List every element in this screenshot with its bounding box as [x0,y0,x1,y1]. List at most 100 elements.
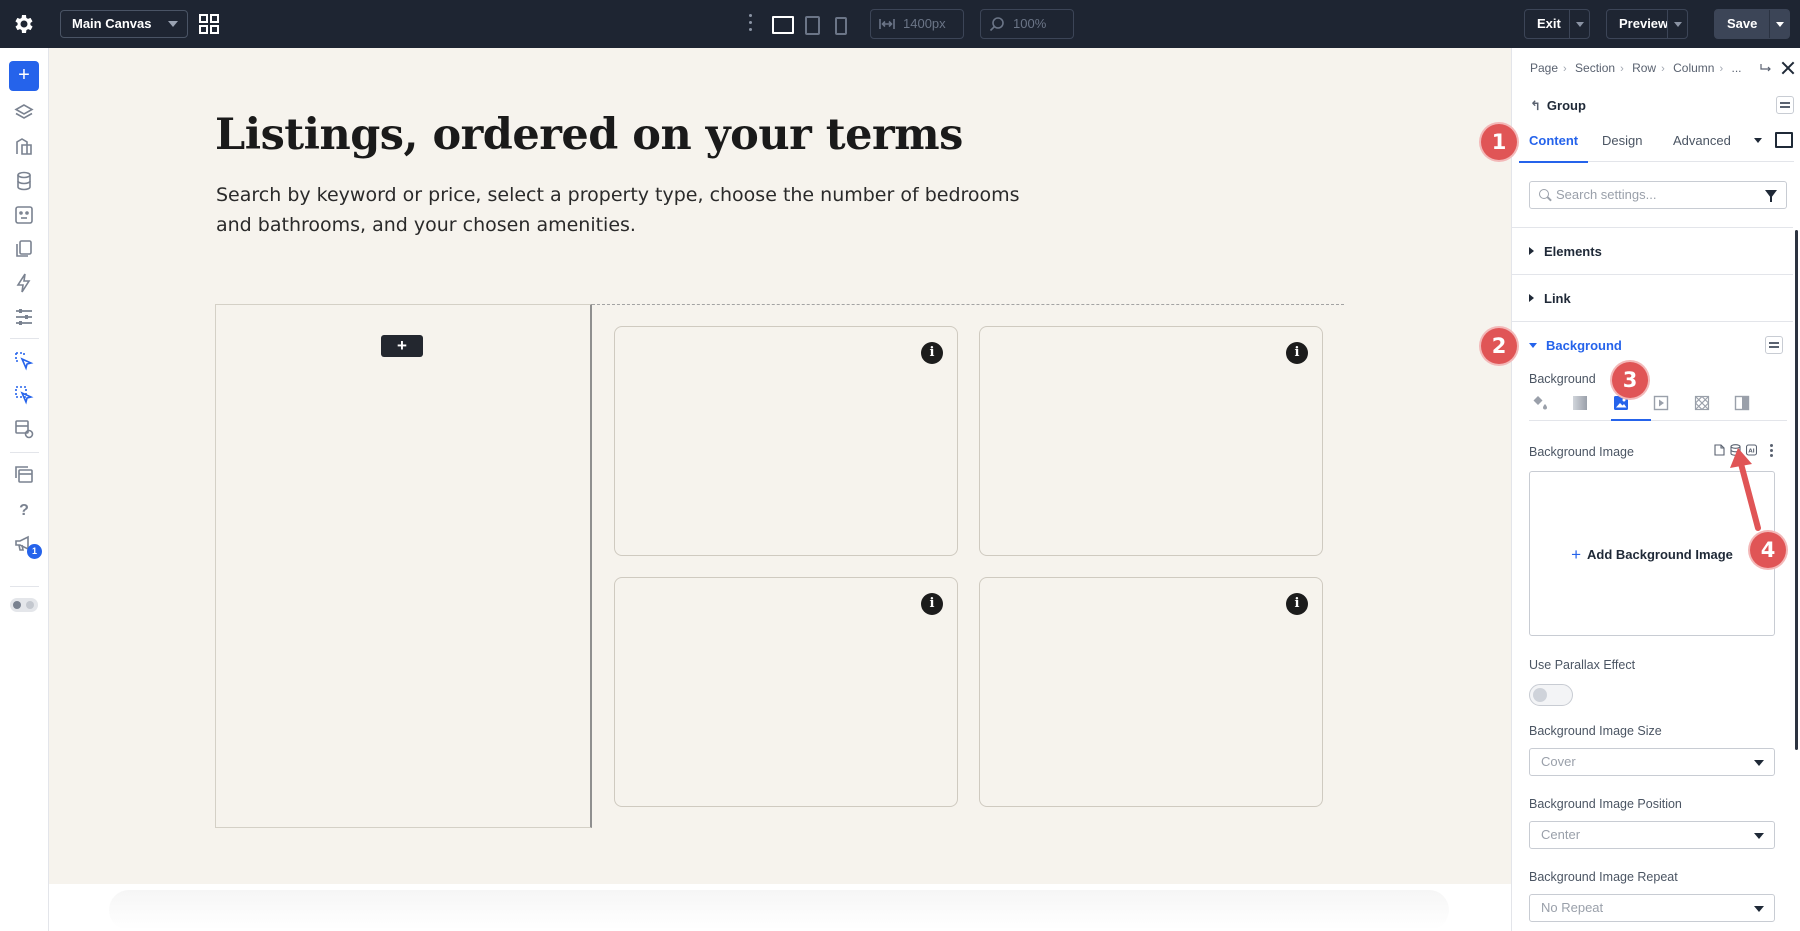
mode-toggle-switch[interactable] [10,598,38,612]
background-options-icon[interactable] [1765,336,1783,354]
parallax-toggle[interactable] [1529,684,1573,706]
elements-accordion[interactable]: Elements [1529,244,1602,259]
rail-divider [10,338,39,339]
module-name-label: Group [1546,98,1586,113]
breadcrumb-section[interactable]: Section [1575,61,1615,75]
layers-icon[interactable] [13,102,35,124]
pages-icon[interactable] [13,238,35,260]
add-background-image-button[interactable]: + Add Background Image [1530,545,1774,565]
zoom-search-icon [989,17,1004,32]
link-accordion-label: Link [1544,291,1571,306]
portability-icon[interactable] [13,204,35,226]
save-options-chevron-icon[interactable] [1769,10,1789,38]
theme-builder-icon[interactable] [13,136,35,158]
close-icon[interactable] [1781,61,1795,75]
background-type-label: Background [1529,372,1596,386]
preview-button[interactable]: Preview [1606,9,1688,39]
tab-content[interactable]: Content [1518,126,1589,163]
help-icon[interactable]: ? [13,500,35,522]
window-stack-icon[interactable] [13,464,35,486]
image-repeat-select[interactable]: No Repeat [1529,894,1775,922]
rail-divider [10,452,39,453]
parallax-label: Use Parallax Effect [1529,658,1636,672]
settings-gear-icon[interactable] [12,12,36,36]
add-element-button[interactable]: + [9,61,39,91]
caret-down-icon [1529,343,1537,348]
save-label: Save [1727,16,1758,31]
panel-scrollbar[interactable] [1795,230,1798,750]
tab-advanced[interactable]: Advanced [1673,126,1731,162]
listing-card[interactable]: i [614,577,958,807]
settings-search-input[interactable]: Search settings... [1529,181,1787,209]
exit-button[interactable]: Exit [1524,9,1590,39]
info-icon[interactable]: i [1286,342,1308,364]
canvas-width-input[interactable]: 1400px [870,9,964,39]
left-toolbar: + ? 1 [0,48,49,931]
preview-label: Preview [1619,16,1669,31]
module-name: ↰ Group [1530,98,1586,114]
active-tab-indicator [1611,419,1651,421]
phone-view-icon[interactable] [832,14,848,35]
add-background-image-label: Add Background Image [1587,547,1733,562]
caret-right-icon [1529,247,1534,255]
more-options-icon[interactable] [1770,444,1773,457]
main-canvas: Listings, ordered on your terms Search b… [49,48,1511,931]
mask-icon[interactable] [1734,395,1750,411]
zoom-value: 100% [1013,16,1047,31]
top-toolbar: Main Canvas 1400px 100% Exit Preview Sav… [0,0,1800,48]
preview-options-chevron-icon[interactable] [1667,10,1687,38]
list-settings-icon[interactable] [13,306,35,328]
info-icon[interactable]: i [921,342,943,364]
video-icon[interactable] [1653,395,1669,411]
link-accordion[interactable]: Link [1529,291,1571,306]
pattern-icon[interactable] [1694,395,1710,411]
lightning-icon[interactable] [13,272,35,294]
next-section-shadow [109,890,1449,930]
page-description: Search by keyword or price, select a pro… [216,184,1020,236]
info-icon[interactable]: i [921,593,943,615]
image-size-select[interactable]: Cover [1529,748,1775,776]
background-accordion[interactable]: Background [1529,338,1622,353]
panel-mode-icon[interactable] [1775,132,1793,148]
exit-options-chevron-icon[interactable] [1569,10,1589,38]
arrow-return-icon[interactable] [1759,61,1773,75]
more-tabs-chevron-icon[interactable] [1754,138,1762,143]
listing-card[interactable]: i [979,326,1323,556]
add-module-button[interactable]: + [381,335,423,357]
more-vertical-icon[interactable] [747,14,753,34]
canvas-width-value: 1400px [903,16,946,31]
breadcrumb-column[interactable]: Column [1673,61,1714,75]
width-arrows-icon [879,19,895,29]
color-fill-icon[interactable] [1532,395,1548,411]
listing-card[interactable]: i [614,326,958,556]
tablet-view-icon[interactable] [803,14,820,35]
listing-card[interactable]: i [979,577,1323,807]
breadcrumb-page[interactable]: Page [1530,61,1558,75]
tab-design[interactable]: Design [1602,126,1642,162]
plus-icon: + [1571,545,1581,564]
listings-section[interactable]: Listings, ordered on your terms Search b… [49,48,1511,884]
save-button[interactable]: Save [1714,9,1790,39]
panel-options-icon[interactable] [1776,96,1794,114]
gradient-icon[interactable] [1572,395,1588,411]
info-icon[interactable]: i [1286,593,1308,615]
zoom-input[interactable]: 100% [980,9,1074,39]
annotation-marker: 3 [1612,362,1648,398]
breadcrumb-more[interactable]: ... [1732,61,1742,75]
results-column-outline [592,304,1344,305]
breadcrumb-row[interactable]: Row [1632,61,1656,75]
settings-search-placeholder: Search settings... [1556,187,1657,202]
grid-layout-icon[interactable] [198,13,220,35]
multi-select-icon[interactable] [13,384,35,406]
back-arrow-icon[interactable]: ↰ [1530,98,1541,113]
image-size-label: Background Image Size [1529,724,1662,738]
click-select-icon[interactable] [13,350,35,372]
image-size-value: Cover [1541,754,1576,769]
canvas-select[interactable]: Main Canvas [60,10,188,38]
database-icon[interactable] [13,170,35,192]
image-position-select[interactable]: Center [1529,821,1775,849]
filter-column[interactable]: + [215,304,592,828]
preset-settings-icon[interactable] [13,418,35,440]
desktop-view-icon[interactable] [771,14,794,34]
filter-icon[interactable] [1765,190,1777,202]
